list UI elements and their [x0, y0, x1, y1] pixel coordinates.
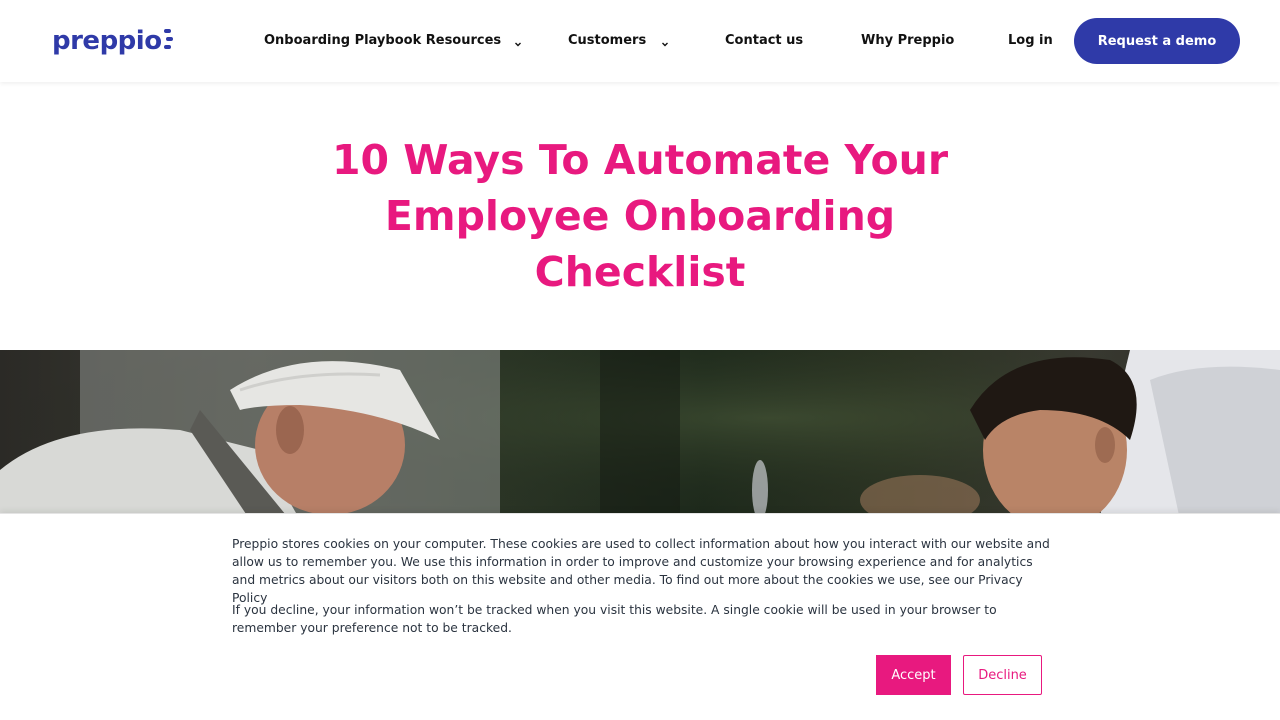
nav-label: Contact us — [725, 33, 804, 48]
article-title: 10 Ways To Automate Your Employee Onboar… — [290, 132, 990, 300]
preppio-logo[interactable]: preppio — [52, 26, 173, 56]
title-line: 10 Ways To Automate Your — [331, 136, 949, 184]
nav-why-preppio[interactable]: Why Preppio — [861, 31, 954, 51]
accept-cookies-button[interactable]: Accept — [876, 655, 951, 695]
request-demo-button[interactable]: Request a demo — [1074, 18, 1240, 64]
nav-log-in[interactable]: Log in — [1008, 31, 1053, 51]
title-line: Employee Onboarding — [384, 192, 896, 240]
logo-mark-icon — [163, 27, 173, 55]
decline-cookies-button[interactable]: Decline — [963, 655, 1042, 695]
cookie-decline-text: If you decline, your information won’t b… — [232, 603, 997, 635]
cookie-consent-banner: Preppio stores cookies on your computer.… — [0, 513, 1280, 720]
title-line: Checklist — [534, 248, 746, 296]
chevron-down-icon — [513, 36, 523, 47]
nav-customers[interactable]: Customers — [568, 31, 670, 51]
chevron-down-icon — [660, 36, 670, 47]
nav-label: Onboarding Playbook Resources — [264, 33, 502, 48]
nav-onboarding-resources[interactable]: Onboarding Playbook Resources — [264, 31, 523, 51]
site-header: preppio Onboarding Playbook Resources Cu… — [0, 0, 1280, 82]
nav-contact-us[interactable]: Contact us — [725, 31, 803, 51]
nav-label: Log in — [1008, 33, 1053, 48]
cookie-text: Preppio stores cookies on your computer.… — [232, 537, 1050, 605]
logo-wordmark: preppio — [52, 26, 162, 56]
nav-label: Why Preppio — [861, 33, 955, 48]
hero-image — [0, 350, 1280, 520]
nav-label: Customers — [568, 33, 647, 48]
hero-photo-illustration — [0, 350, 1280, 520]
